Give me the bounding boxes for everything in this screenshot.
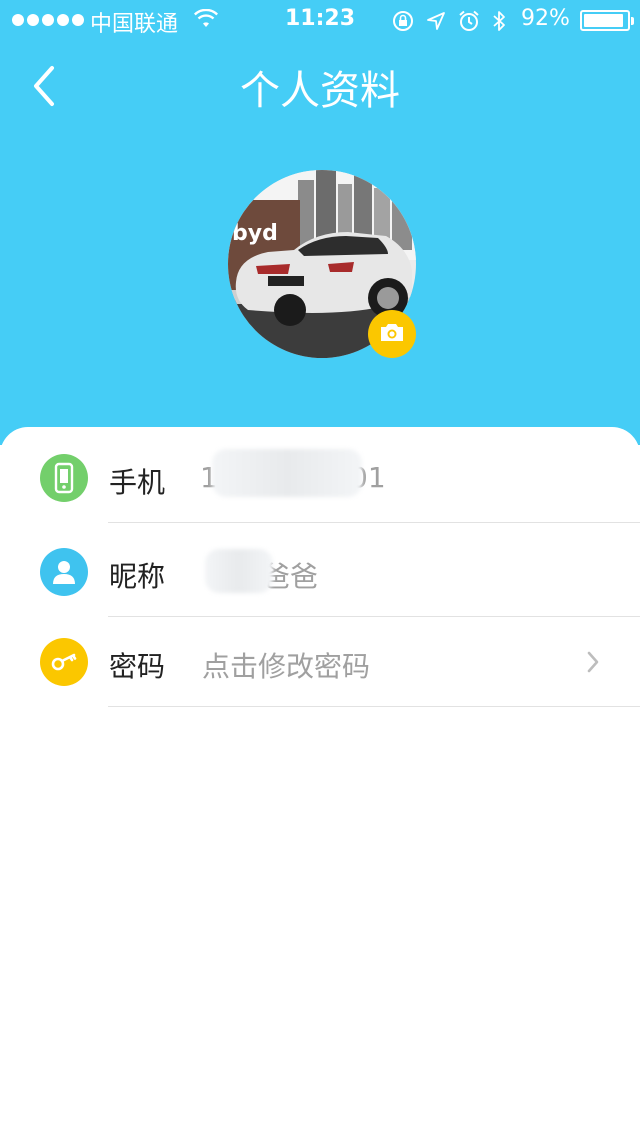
nickname-row[interactable]: 昵称 爸爸: [0, 527, 640, 617]
chevron-right-icon: [586, 650, 600, 678]
battery-icon: [580, 10, 634, 31]
camera-button[interactable]: [368, 310, 416, 358]
phone-row[interactable]: 手机 1 01: [0, 433, 640, 523]
battery-percent: 92%: [521, 6, 570, 31]
password-row[interactable]: 密码 点击修改密码: [0, 617, 640, 707]
phone-icon: [40, 454, 88, 502]
user-icon: [40, 548, 88, 596]
battery-level: [584, 14, 623, 27]
password-label: 密码: [109, 650, 166, 683]
camera-icon: [379, 321, 405, 347]
key-icon: [40, 638, 88, 686]
phone-label: 手机: [109, 466, 166, 499]
svg-text:byd: byd: [232, 221, 278, 246]
nickname-redaction-mask: [205, 549, 273, 593]
row-divider: [108, 706, 640, 707]
nickname-label: 昵称: [109, 560, 166, 593]
bluetooth-icon: [492, 9, 506, 39]
rotation-lock-icon: [392, 10, 414, 38]
status-bar: 中国联通 11:23 92%: [0, 0, 640, 40]
page-title: 个人资料: [240, 68, 400, 114]
alarm-icon: [458, 10, 480, 38]
password-value: 点击修改密码: [202, 650, 371, 683]
phone-redaction-mask: [212, 449, 362, 497]
profile-card: 手机 1 01 昵称 爸爸 密码 点击修改密码: [0, 427, 640, 1136]
location-icon: [426, 11, 446, 37]
row-divider: [108, 522, 640, 523]
